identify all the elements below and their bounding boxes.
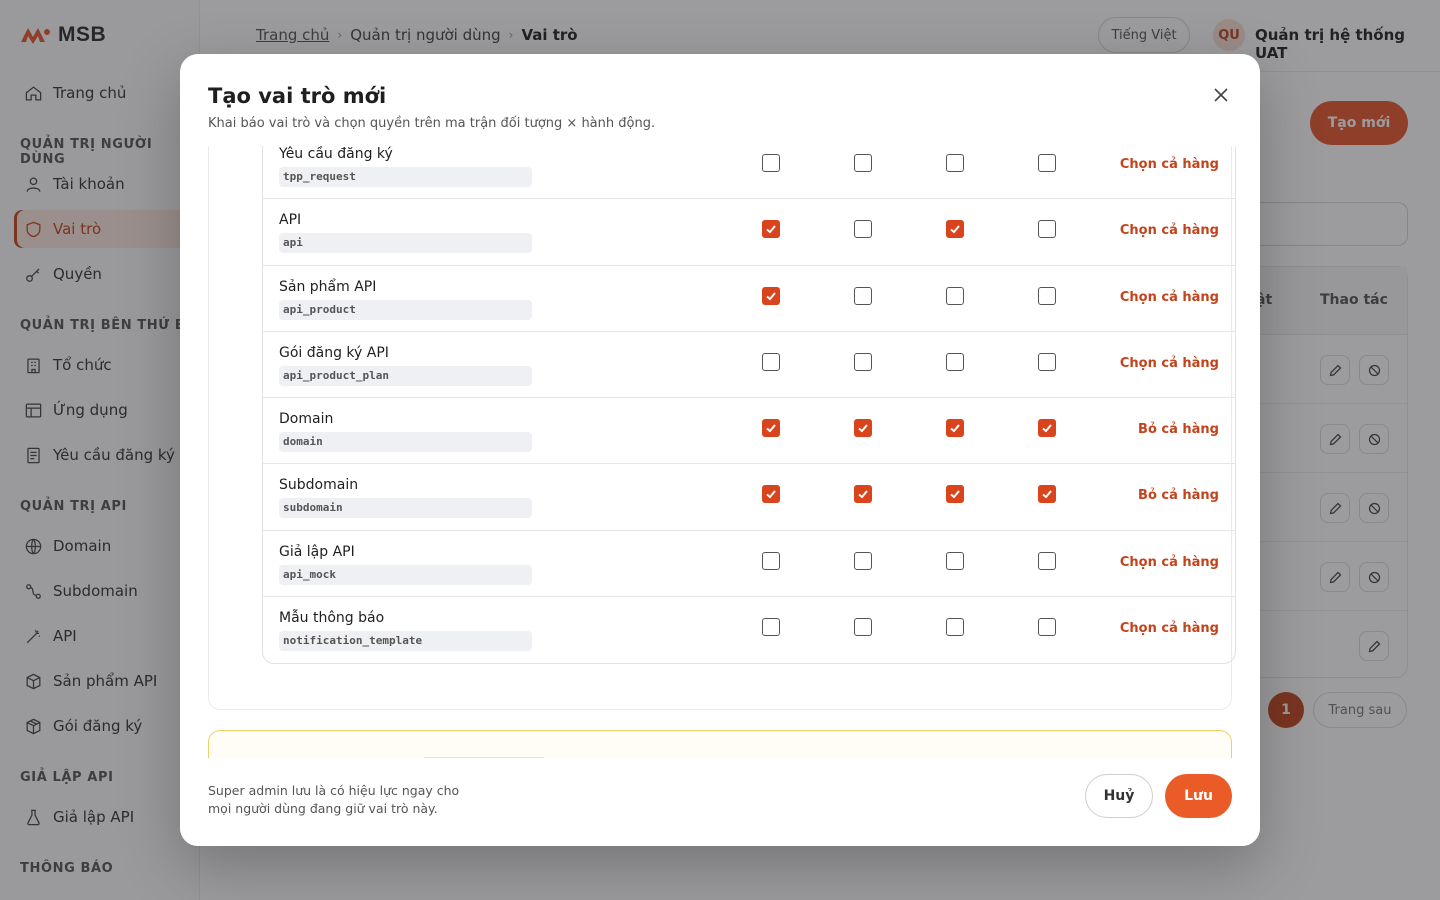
modal-footer: Super admin lưu là có hiệu lực ngay cho … [180, 758, 1260, 846]
check-icon [858, 490, 868, 499]
modal-title: Tạo vai trò mới [208, 84, 387, 108]
permission-checkbox[interactable] [1038, 220, 1056, 239]
modal-body[interactable]: Yêu cầu đăng ký tpp_request Chọn cả hàng AP… [180, 146, 1260, 758]
check-icon [766, 225, 776, 234]
check-icon [1042, 490, 1052, 499]
close-icon [1214, 88, 1228, 102]
permission-row: Subdomain subdomain Bỏ cả hàng [263, 464, 1235, 531]
object-code: api_product_plan [279, 365, 532, 386]
check-icon [766, 424, 776, 433]
permission-matrix-card: Yêu cầu đăng ký tpp_request Chọn cả hàng AP… [208, 146, 1236, 710]
permission-checkbox[interactable] [854, 154, 872, 172]
check-icon [950, 225, 960, 234]
close-button[interactable] [1210, 84, 1232, 106]
toggle-row-button[interactable]: Chọn cả hàng [1120, 621, 1219, 636]
object-name: Subdomain [279, 477, 359, 494]
permission-checkbox[interactable] [854, 485, 872, 504]
permission-checkbox[interactable] [762, 154, 780, 172]
save-button[interactable]: Lưu [1165, 774, 1232, 818]
permission-checkbox[interactable] [1038, 419, 1056, 438]
permission-checkbox[interactable] [1038, 352, 1056, 371]
footer-note: Super admin lưu là có hiệu lực ngay cho … [208, 783, 460, 816]
toggle-row-button[interactable]: Chọn cả hàng [1120, 356, 1219, 371]
toggle-row-button[interactable]: Chọn cả hàng [1120, 290, 1219, 305]
permission-checkbox[interactable] [854, 286, 872, 305]
permission-checkbox[interactable] [1038, 286, 1056, 305]
toggle-row-button[interactable]: Chọn cả hàng [1120, 555, 1219, 570]
permission-checkbox[interactable] [854, 419, 872, 438]
permission-checkbox[interactable] [762, 286, 780, 305]
permission-checkbox[interactable] [946, 352, 964, 371]
object-name: Gói đăng ký API [279, 344, 389, 361]
object-code: subdomain [279, 498, 532, 519]
object-code: api_product [279, 299, 532, 320]
toggle-row-button[interactable]: Bỏ cả hàng [1138, 488, 1219, 503]
permission-checkbox[interactable] [1038, 154, 1056, 172]
permission-row: Domain domain Bỏ cả hàng [263, 398, 1235, 465]
object-code: api [279, 233, 532, 254]
object-code: notification_template [279, 631, 532, 652]
permission-checkbox[interactable] [946, 419, 964, 438]
permission-checkbox[interactable] [854, 220, 872, 239]
permission-checkbox[interactable] [762, 551, 780, 570]
modal-subtitle: Khai báo vai trò và chọn quyền trên ma t… [208, 116, 656, 131]
object-name: Yêu cầu đăng ký [279, 146, 393, 162]
object-code: domain [279, 432, 532, 453]
permission-checkbox[interactable] [854, 618, 872, 637]
object-name: Sản phẩm API [279, 278, 377, 295]
object-name: Domain [279, 411, 334, 428]
permission-row: Yêu cầu đăng ký tpp_request Chọn cả hàng [263, 146, 1235, 200]
permission-checkbox[interactable] [946, 485, 964, 504]
permission-checkbox[interactable] [946, 220, 964, 239]
check-icon [1042, 424, 1052, 433]
toggle-row-button[interactable]: Chọn cả hàng [1120, 157, 1219, 172]
check-icon [858, 424, 868, 433]
cancel-button[interactable]: Huỷ [1085, 774, 1153, 818]
permission-checkbox[interactable] [946, 286, 964, 305]
permission-checkbox[interactable] [854, 352, 872, 371]
object-name: API [279, 212, 302, 229]
permission-checkbox[interactable] [1038, 485, 1056, 504]
check-icon [950, 490, 960, 499]
permission-checkbox[interactable] [762, 352, 780, 371]
create-role-modal: Tạo vai trò mới Khai báo vai trò và chọn… [180, 54, 1260, 846]
permission-row: Gói đăng ký API api_product_plan Chọn cả h… [263, 332, 1235, 399]
permission-row: Mẫu thông báo notification_template Chọn c… [263, 597, 1235, 663]
check-icon [766, 291, 776, 301]
check-icon [766, 490, 776, 499]
permission-row: Sản phẩm API api_product Chọn cả hàng [263, 266, 1235, 332]
object-code: tpp_request [279, 167, 532, 187]
permission-row: Giả lập API api_mock Chọn cả hàng [263, 531, 1235, 598]
permission-checkbox[interactable] [946, 154, 964, 172]
permission-matrix: Yêu cầu đăng ký tpp_request Chọn cả hàng AP… [262, 146, 1236, 665]
permission-checkbox[interactable] [762, 485, 780, 504]
toggle-row-button[interactable]: Chọn cả hàng [1120, 223, 1219, 238]
permission-row: API api Chọn cả hàng [263, 199, 1235, 266]
object-name: Giả lập API [279, 543, 355, 560]
permission-checkbox[interactable] [946, 618, 964, 637]
permission-checkbox[interactable] [1038, 551, 1056, 570]
permission-checkbox[interactable] [1038, 618, 1056, 637]
object-code: api_mock [279, 564, 532, 585]
toggle-row-button[interactable]: Bỏ cả hàng [1138, 422, 1219, 437]
permission-checkbox[interactable] [854, 551, 872, 570]
check-icon [950, 424, 960, 433]
permission-checkbox[interactable] [762, 419, 780, 438]
permission-checkbox[interactable] [762, 618, 780, 637]
permission-checkbox[interactable] [762, 220, 780, 239]
permission-checkbox[interactable] [946, 551, 964, 570]
object-name: Mẫu thông báo [279, 610, 385, 627]
